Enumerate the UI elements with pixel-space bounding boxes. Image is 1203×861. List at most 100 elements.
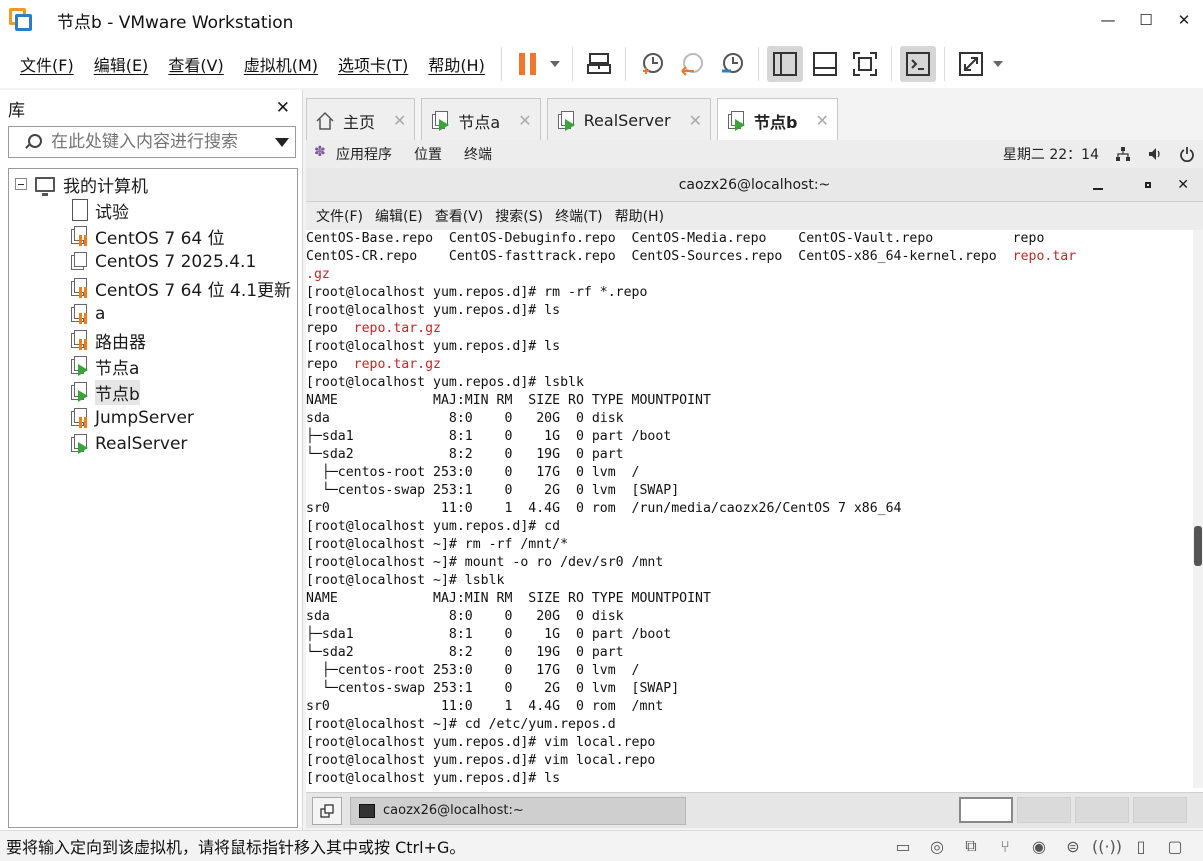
snapshot-manager-icon <box>721 53 743 73</box>
library-close-icon[interactable]: ✕ <box>276 98 290 118</box>
pause-button[interactable] <box>510 46 546 82</box>
menu-view[interactable]: 查看(V) <box>158 52 233 76</box>
library-view-icon <box>772 52 797 76</box>
gnome-menu-terminal[interactable]: 终端 <box>464 144 492 164</box>
wireless-icon[interactable]: ((·)) <box>1092 835 1122 857</box>
terminal-menu-edit[interactable]: 编辑(E) <box>375 206 423 226</box>
workspace-3[interactable] <box>1075 797 1129 823</box>
terminal-menu-bar: 文件(F) 编辑(E) 查看(V) 搜索(S) 终端(T) 帮助(H) <box>306 202 1203 230</box>
network-icon[interactable] <box>1115 146 1131 162</box>
workspace-4[interactable] <box>1133 797 1187 823</box>
volume-icon[interactable] <box>1147 146 1163 162</box>
tree-item-vm[interactable]: 节点b <box>9 379 297 405</box>
tab-realserver[interactable]: RealServer ✕ <box>546 98 712 142</box>
gnome-menu-places[interactable]: 位置 <box>414 144 442 164</box>
vm-running-icon <box>69 356 89 376</box>
display-icon[interactable]: ▯ <box>1129 835 1153 857</box>
stretch-dropdown[interactable] <box>992 61 1003 67</box>
full-screen-button[interactable] <box>847 46 883 82</box>
library-search <box>8 126 296 158</box>
snapshot-icon <box>642 53 663 74</box>
terminal-menu-view[interactable]: 查看(V) <box>435 206 484 226</box>
guest-screen[interactable]: 应用程序 位置 终端 星期二 22：14 caozx26@localhost:~… <box>306 140 1203 792</box>
terminal-menu-help[interactable]: 帮助(H) <box>615 206 664 226</box>
menu-help[interactable]: 帮助(H) <box>418 52 495 76</box>
terminal-close-icon[interactable]: ✕ <box>1177 177 1189 193</box>
tab-node-b[interactable]: 节点b ✕ <box>717 98 838 142</box>
network-adapter-icon[interactable]: ⧉ <box>959 835 983 857</box>
sound-card-icon[interactable]: ◉ <box>1027 835 1051 857</box>
tab-close-icon[interactable]: ✕ <box>518 111 531 130</box>
minimize-button[interactable]: — <box>1089 0 1127 40</box>
stretch-guest-button[interactable] <box>953 46 989 82</box>
show-desktop-button[interactable] <box>312 796 342 825</box>
tree-item-vm[interactable]: CentOS 7 64 位 4.1更新 <box>9 275 297 301</box>
terminal-line: [root@localhost yum.repos.d]# ls <box>306 771 561 786</box>
send-ctrl-alt-del-button[interactable] <box>581 46 617 82</box>
tree-item-vm[interactable]: a <box>9 301 297 327</box>
usb-icon[interactable]: ⑂ <box>993 835 1017 857</box>
tab-home[interactable]: 主页 ✕ <box>306 98 416 142</box>
tab-close-icon[interactable]: ✕ <box>393 111 406 130</box>
take-snapshot-button[interactable] <box>634 46 670 82</box>
menu-vm[interactable]: 虚拟机(M) <box>234 52 328 76</box>
search-dropdown-icon[interactable] <box>275 137 289 147</box>
tab-close-icon[interactable]: ✕ <box>689 111 702 130</box>
menu-edit[interactable]: 编辑(E) <box>84 52 159 76</box>
revert-snapshot-icon <box>681 53 703 76</box>
tree-item-vm[interactable]: JumpServer <box>9 405 297 431</box>
hard-disk-icon[interactable]: ▭ <box>891 835 915 857</box>
terminal-menu-search[interactable]: 搜索(S) <box>495 206 543 226</box>
terminal-line: └─sda2 8:2 0 19G 0 part <box>306 645 624 660</box>
guest-taskbar: caozx26@localhost:~ <box>306 792 1203 828</box>
tree-item-vm[interactable]: CentOS 7 2025.4.1 <box>9 249 297 275</box>
menu-tabs[interactable]: 选项卡(T) <box>328 52 418 76</box>
library-search-input[interactable] <box>51 132 275 152</box>
terminal-menu-file[interactable]: 文件(F) <box>316 206 363 226</box>
tab-close-icon[interactable]: ✕ <box>815 111 828 130</box>
tab-node-a[interactable]: 节点a ✕ <box>421 98 541 142</box>
computer-icon <box>35 176 55 196</box>
taskbar-terminal-window[interactable]: caozx26@localhost:~ <box>350 796 686 825</box>
close-button[interactable]: ✕ <box>1165 0 1203 40</box>
tree-item-vm[interactable]: RealServer <box>9 431 297 457</box>
vm-tabs: 主页 ✕ 节点a ✕ RealServer ✕ 节点b ✕ <box>306 96 844 142</box>
gnome-menu-applications[interactable]: 应用程序 <box>336 144 392 164</box>
vm-suspended-icon <box>69 330 89 350</box>
console-view-button[interactable] <box>899 46 936 82</box>
power-menu-dropdown[interactable] <box>549 61 560 67</box>
tree-item-vm[interactable]: CentOS 7 64 位 <box>9 223 297 249</box>
tree-item-vm[interactable]: 节点a <box>9 353 297 379</box>
workspace-2[interactable] <box>1017 797 1071 823</box>
tree-item-vm[interactable]: 试验 <box>9 197 297 223</box>
terminal-scrollbar[interactable] <box>1193 230 1203 788</box>
show-library-button[interactable] <box>766 46 803 82</box>
maximize-button[interactable]: ☐ <box>1127 0 1165 40</box>
terminal-line: sda 8:0 0 20G 0 disk <box>306 411 624 426</box>
printer-icon[interactable]: ⊜ <box>1061 835 1085 857</box>
library-title: 库 <box>8 100 25 121</box>
library-tree: 我的计算机 试验 CentOS 7 64 位 CentOS 7 2025.4.1 Ce… <box>8 168 298 828</box>
tree-item-my-computer[interactable]: 我的计算机 <box>9 171 297 197</box>
show-thumbnail-bar-button[interactable] <box>807 46 843 82</box>
terminal-scroll-thumb[interactable] <box>1194 526 1202 566</box>
terminal-output[interactable]: CentOS-Base.repo CentOS-Debuginfo.repo C… <box>306 230 1203 788</box>
tree-label: CentOS 7 2025.4.1 <box>95 252 257 272</box>
message-log-icon[interactable]: ▢ <box>1163 835 1187 857</box>
power-icon[interactable] <box>1179 146 1195 162</box>
terminal-line: [root@localhost ~]# mount -o ro /dev/sr0… <box>306 555 664 570</box>
tree-label: JumpServer <box>95 408 194 428</box>
gnome-clock[interactable]: 星期二 22：14 <box>1003 144 1099 164</box>
cd-dvd-icon[interactable]: ◎ <box>925 835 949 857</box>
snapshot-manager-button[interactable] <box>714 46 750 82</box>
terminal-minimize-icon[interactable] <box>1093 188 1103 190</box>
thumbnail-bar-icon <box>812 52 837 76</box>
menu-file[interactable]: 文件(F) <box>10 52 84 76</box>
tree-item-vm[interactable]: 路由器 <box>9 327 297 353</box>
terminal-maximize-icon[interactable] <box>1145 182 1151 188</box>
terminal-line: ├─sda1 8:1 0 1G 0 part /boot <box>306 429 672 444</box>
workspace-1[interactable] <box>959 797 1013 823</box>
terminal-menu-terminal[interactable]: 终端(T) <box>555 206 602 226</box>
collapse-icon[interactable] <box>15 178 27 190</box>
revert-snapshot-button[interactable] <box>674 46 710 82</box>
